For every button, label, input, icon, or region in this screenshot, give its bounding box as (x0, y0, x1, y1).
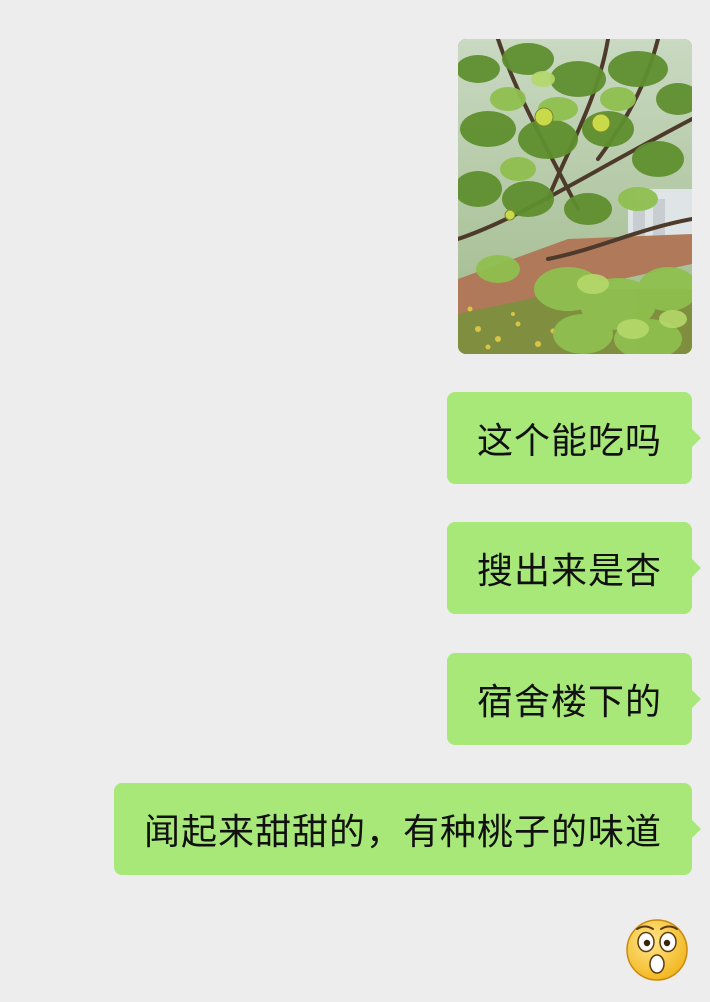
message-bubble[interactable]: 搜出来是杏 (446, 522, 702, 614)
astonished-face-icon (626, 919, 688, 981)
image-message[interactable] (458, 39, 692, 354)
message-bubble[interactable]: 这个能吃吗 (446, 392, 702, 484)
emoji-message[interactable] (625, 918, 689, 982)
message-bubble[interactable]: 闻起来甜甜的，有种桃子的味道 (113, 783, 702, 875)
message-bubble[interactable]: 宿舍楼下的 (446, 653, 702, 745)
message-text: 这个能吃吗 (476, 421, 662, 462)
message-text: 搜出来是杏 (476, 551, 662, 592)
message-text: 宿舍楼下的 (476, 682, 662, 723)
message-text: 闻起来甜甜的，有种桃子的味道 (143, 812, 662, 853)
chat-message-list[interactable]: 这个能吃吗 搜出来是杏 宿舍楼下的 闻起来甜甜的，有种桃子的味道 (0, 0, 710, 1002)
tree-photo (458, 39, 692, 354)
